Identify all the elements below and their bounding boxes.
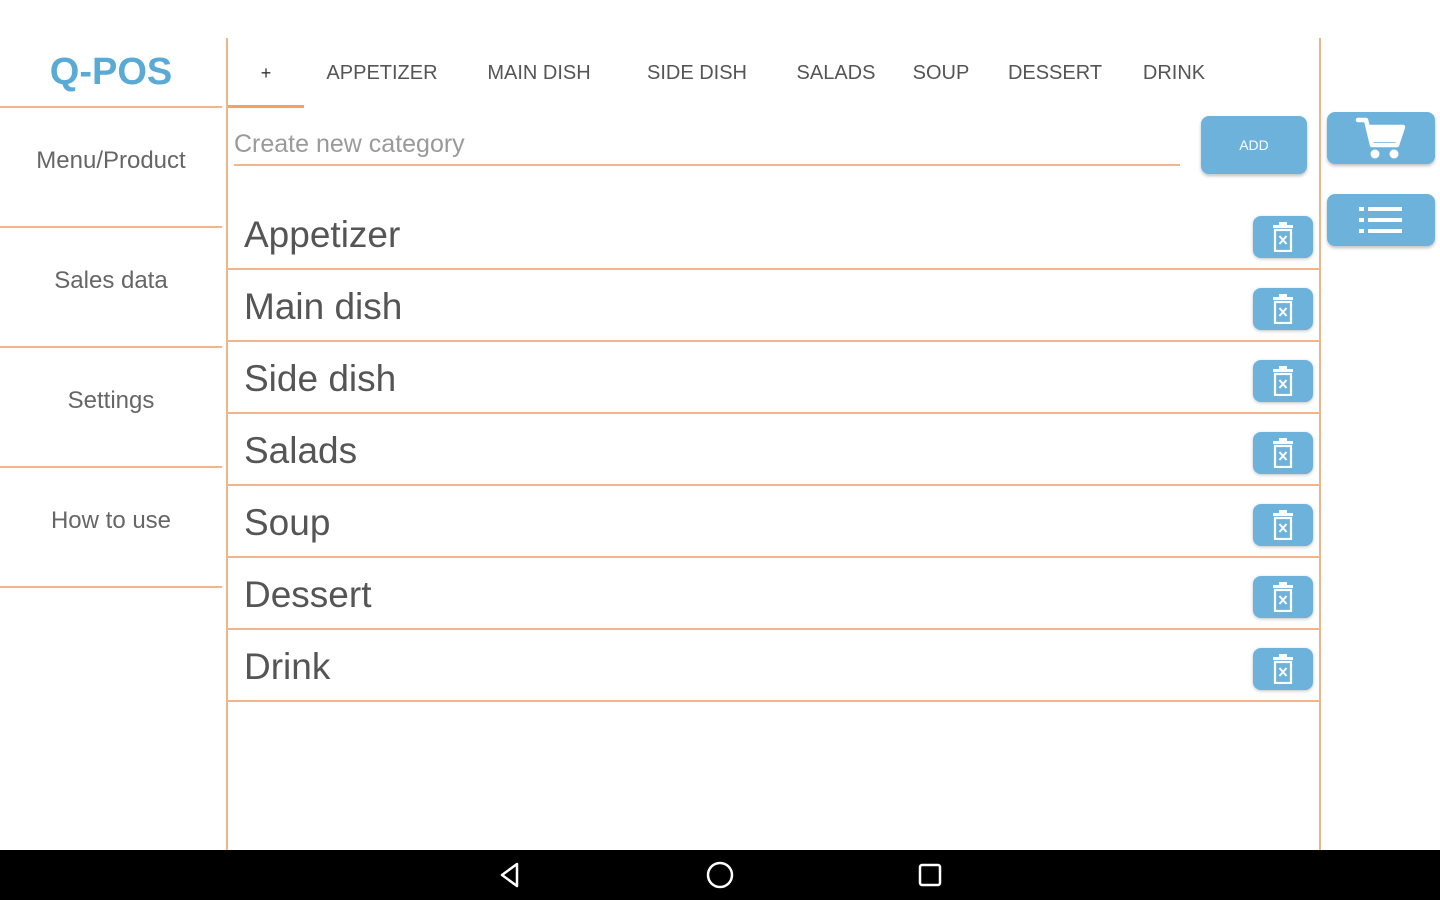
delete-category-button[interactable] — [1253, 360, 1313, 402]
sidebar-item-label: How to use — [50, 507, 172, 534]
trash-icon — [1273, 438, 1293, 468]
tab-salads[interactable]: SALADS — [784, 38, 888, 108]
tab-side-dish[interactable]: SIDE DISH — [628, 38, 766, 108]
app-logo: Q-POS — [0, 38, 222, 108]
app-root: Q-POS Menu/Product Sales data Settings H… — [0, 0, 1440, 900]
category-list: Appetizer Main dish Side dish Salads Sou… — [228, 198, 1319, 702]
nav-home-button[interactable] — [690, 850, 750, 900]
tab-dessert[interactable]: DESSERT — [998, 38, 1112, 108]
tab-appetizer[interactable]: APPETIZER — [312, 38, 452, 108]
delete-category-button[interactable] — [1253, 576, 1313, 618]
active-tab-indicator — [228, 105, 304, 108]
tab-add-category[interactable]: + — [228, 38, 304, 108]
back-icon — [500, 862, 519, 888]
trash-icon — [1273, 294, 1293, 324]
category-name: Drink — [244, 646, 331, 687]
list-icon — [1359, 207, 1402, 233]
trash-icon — [1273, 366, 1293, 396]
list-item: Salads — [228, 414, 1319, 486]
category-name: Appetizer — [244, 214, 401, 255]
sidebar-item-label: Menu/Product — [36, 147, 186, 174]
list-item: Appetizer — [228, 198, 1319, 270]
trash-icon — [1273, 510, 1293, 540]
recents-icon — [918, 863, 942, 887]
sidebar-item-label: Settings — [67, 387, 155, 414]
category-tab-bar: + APPETIZER MAIN DISH SIDE DISH SALADS S… — [228, 38, 1319, 108]
trash-icon — [1273, 582, 1293, 612]
sidebar-item-sales-data[interactable]: Sales data — [0, 228, 222, 348]
delete-category-button[interactable] — [1253, 288, 1313, 330]
category-name: Main dish — [244, 286, 403, 327]
sidebar-item-how-to-use[interactable]: How to use — [0, 468, 222, 588]
tab-main-dish[interactable]: MAIN DISH — [468, 38, 610, 108]
sidebar: Q-POS Menu/Product Sales data Settings H… — [0, 0, 222, 850]
tab-drink[interactable]: DRINK — [1132, 38, 1216, 108]
nav-back-button[interactable] — [480, 850, 540, 900]
sidebar-item-settings[interactable]: Settings — [0, 348, 222, 468]
trash-icon — [1273, 654, 1293, 684]
main-panel-right-divider — [1319, 38, 1321, 850]
category-name: Side dish — [244, 358, 397, 399]
tab-soup[interactable]: SOUP — [904, 38, 978, 108]
cart-button[interactable] — [1327, 112, 1435, 164]
category-name: Salads — [244, 430, 358, 471]
list-item: Side dish — [228, 342, 1319, 414]
delete-category-button[interactable] — [1253, 504, 1313, 546]
home-icon — [706, 861, 734, 889]
list-item: Dessert — [228, 558, 1319, 630]
new-category-input[interactable] — [234, 124, 1180, 166]
list-item: Main dish — [228, 270, 1319, 342]
category-name: Dessert — [244, 574, 372, 615]
plus-icon: + — [260, 62, 272, 83]
list-button[interactable] — [1327, 194, 1435, 246]
trash-icon — [1273, 222, 1293, 252]
delete-category-button[interactable] — [1253, 648, 1313, 690]
list-item: Soup — [228, 486, 1319, 558]
cart-icon — [1355, 117, 1406, 159]
delete-category-button[interactable] — [1253, 432, 1313, 474]
nav-recents-button[interactable] — [900, 850, 960, 900]
category-name: Soup — [244, 502, 331, 543]
list-item: Drink — [228, 630, 1319, 702]
sidebar-item-label: Sales data — [54, 267, 168, 294]
delete-category-button[interactable] — [1253, 216, 1313, 258]
add-category-button[interactable]: ADD — [1201, 116, 1307, 174]
system-navigation-bar — [0, 850, 1440, 900]
sidebar-item-menu-product[interactable]: Menu/Product — [0, 108, 222, 228]
